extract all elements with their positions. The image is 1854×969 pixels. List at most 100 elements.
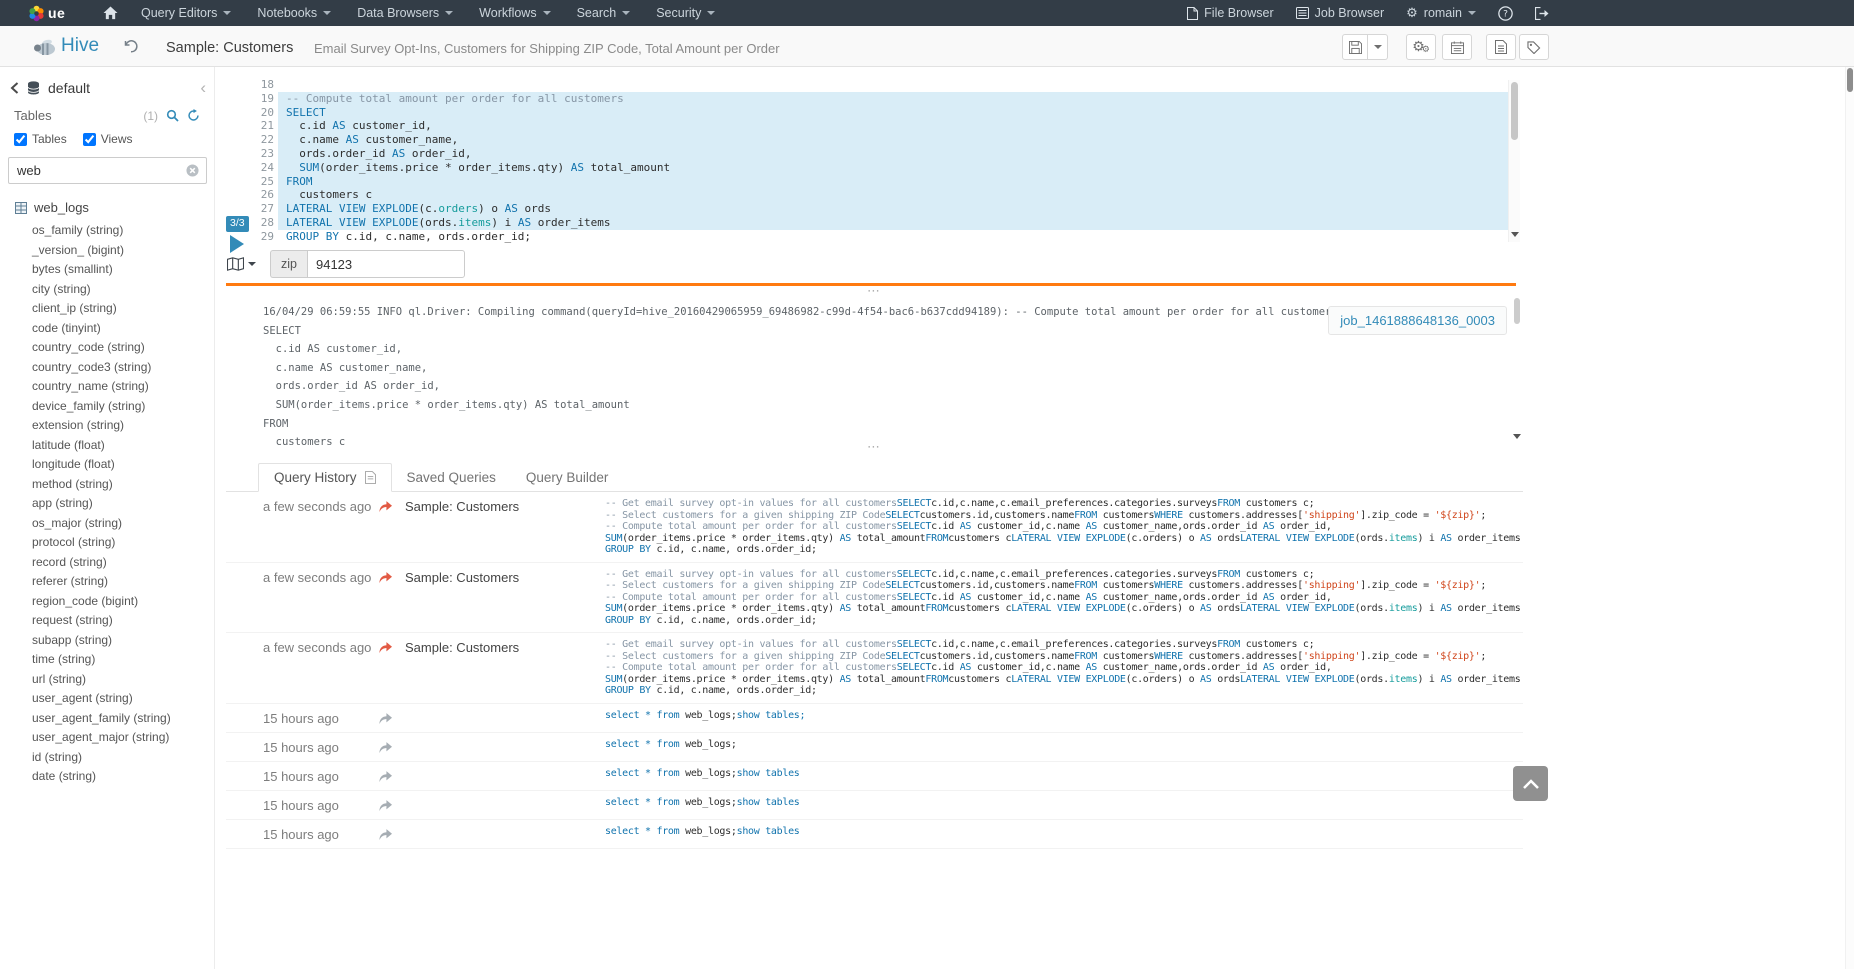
logout-button[interactable] <box>1524 0 1560 26</box>
menu-data-browsers[interactable]: Data Browsers <box>344 0 466 26</box>
column-item[interactable]: extension (string) <box>32 416 214 436</box>
views-filter[interactable]: Views <box>83 132 133 146</box>
history-query-name[interactable] <box>405 710 605 711</box>
column-item[interactable]: record (string) <box>32 553 214 573</box>
column-item[interactable]: _version_ (bigint) <box>32 241 214 261</box>
history-row[interactable]: 15 hours agoselect * from web_logs; <box>226 733 1523 762</box>
menu-search[interactable]: Search <box>564 0 644 26</box>
history-row[interactable]: 15 hours agoselect * from web_logs;show … <box>226 820 1523 849</box>
database-name[interactable]: default <box>48 80 90 96</box>
file-browser-button[interactable]: File Browser <box>1176 0 1284 26</box>
editor-line[interactable]: 28LATERAL VIEW EXPLODE(ords.items) i AS … <box>254 216 1508 230</box>
views-checkbox[interactable] <box>83 133 96 146</box>
column-item[interactable]: url (string) <box>32 670 214 690</box>
resize-handle-bottom[interactable]: ⋯ <box>867 443 882 451</box>
column-item[interactable]: app (string) <box>32 494 214 514</box>
column-item[interactable]: subapp (string) <box>32 631 214 651</box>
editor-line[interactable]: 27LATERAL VIEW EXPLODE(c.orders) o AS or… <box>254 202 1508 216</box>
column-item[interactable]: referer (string) <box>32 572 214 592</box>
job-link[interactable]: job_1461888648136_0003 <box>1340 313 1495 328</box>
clear-search-button[interactable] <box>186 164 199 177</box>
tab-query-history[interactable]: Query History <box>258 463 392 492</box>
history-row[interactable]: a few seconds agoSample: Customers-- Get… <box>226 563 1523 634</box>
scroll-down-arrow-icon[interactable] <box>1511 232 1519 237</box>
column-item[interactable]: device_family (string) <box>32 397 214 417</box>
scroll-to-top-button[interactable] <box>1513 766 1548 801</box>
schedule-button[interactable] <box>1442 34 1472 60</box>
column-item[interactable]: date (string) <box>32 767 214 787</box>
history-query-name[interactable] <box>405 826 605 827</box>
tables-filter[interactable]: Tables <box>14 132 67 146</box>
home-button[interactable] <box>103 6 118 20</box>
history-row[interactable]: 15 hours agoselect * from web_logs;show … <box>226 704 1523 733</box>
menu-workflows[interactable]: Workflows <box>466 0 563 26</box>
menu-security[interactable]: Security <box>643 0 728 26</box>
history-row[interactable]: 15 hours agoselect * from web_logs;show … <box>226 791 1523 820</box>
code-editor[interactable]: 1819-- Compute total amount per order fo… <box>254 78 1508 245</box>
table-search-button[interactable] <box>166 109 179 122</box>
editor-scrollbar[interactable] <box>1508 80 1520 242</box>
column-item[interactable]: country_name (string) <box>32 377 214 397</box>
back-button[interactable] <box>10 82 19 94</box>
settings-button[interactable]: ⚙ ⚙ <box>1406 34 1436 60</box>
history-query-name[interactable] <box>405 768 605 769</box>
menu-notebooks[interactable]: Notebooks <box>244 0 344 26</box>
collapse-assist-button[interactable]: ‹ <box>200 79 206 96</box>
editor-line[interactable]: 18 <box>254 78 1508 92</box>
column-item[interactable]: city (string) <box>32 280 214 300</box>
column-item[interactable]: bytes (smallint) <box>32 260 214 280</box>
variable-input[interactable] <box>307 250 465 278</box>
history-query-name[interactable]: Sample: Customers <box>405 639 605 655</box>
page-scrollbar[interactable] <box>1845 67 1854 969</box>
menu-query-editors[interactable]: Query Editors <box>128 0 244 26</box>
column-item[interactable]: country_code3 (string) <box>32 358 214 378</box>
tab-saved-queries[interactable]: Saved Queries <box>392 464 511 491</box>
column-item[interactable]: method (string) <box>32 475 214 495</box>
editor-line[interactable]: 29GROUP BY c.id, c.name, ords.order_id; <box>254 230 1508 244</box>
editor-line[interactable]: 20SELECT <box>254 106 1508 120</box>
tables-checkbox[interactable] <box>14 133 27 146</box>
history-query-name[interactable]: Sample: Customers <box>405 498 605 514</box>
job-browser-button[interactable]: Job Browser <box>1285 0 1395 26</box>
refresh-tables-button[interactable] <box>187 109 200 122</box>
editor-line[interactable]: 19-- Compute total amount per order for … <box>254 92 1508 106</box>
column-item[interactable]: time (string) <box>32 650 214 670</box>
save-button[interactable] <box>1342 34 1368 60</box>
editor-line[interactable]: 22 c.name AS customer_name, <box>254 133 1508 147</box>
editor-line[interactable]: 25FROM <box>254 175 1508 189</box>
column-item[interactable]: user_agent_major (string) <box>32 728 214 748</box>
save-dropdown-button[interactable] <box>1368 34 1388 60</box>
column-item[interactable]: os_major (string) <box>32 514 214 534</box>
editor-line[interactable]: 21 c.id AS customer_id, <box>254 119 1508 133</box>
editor-line[interactable]: 23 ords.order_id AS order_id, <box>254 147 1508 161</box>
column-item[interactable]: longitude (float) <box>32 455 214 475</box>
log-scrollbar-thumb[interactable] <box>1514 298 1520 324</box>
help-button[interactable]: ? <box>1487 0 1524 26</box>
column-item[interactable]: client_ip (string) <box>32 299 214 319</box>
variables-toggle[interactable] <box>227 257 256 271</box>
tab-query-builder[interactable]: Query Builder <box>511 464 624 491</box>
hue-logo[interactable]: ue <box>28 0 65 26</box>
column-item[interactable]: os_family (string) <box>32 221 214 241</box>
resize-handle-top[interactable]: ⋯ <box>867 287 882 295</box>
history-row[interactable]: a few seconds agoSample: Customers-- Get… <box>226 492 1523 563</box>
user-menu[interactable]: ⚙ romain <box>1395 0 1487 26</box>
history-row[interactable]: a few seconds agoSample: Customers-- Get… <box>226 633 1523 704</box>
history-row[interactable]: 15 hours agoselect * from web_logs;show … <box>226 762 1523 791</box>
log-scrollbar[interactable] <box>1512 298 1522 430</box>
tags-button[interactable] <box>1519 34 1549 60</box>
column-item[interactable]: country_code (string) <box>32 338 214 358</box>
column-item[interactable]: user_agent (string) <box>32 689 214 709</box>
column-item[interactable]: protocol (string) <box>32 533 214 553</box>
history-query-name[interactable]: Sample: Customers <box>405 569 605 585</box>
editor-line[interactable]: 24 SUM(order_items.price * order_items.q… <box>254 161 1508 175</box>
table-item-web-logs[interactable]: web_logs <box>0 190 214 217</box>
recent-queries-button[interactable] <box>123 38 139 54</box>
editor-scrollbar-thumb[interactable] <box>1511 82 1518 140</box>
history-query-name[interactable] <box>405 739 605 740</box>
editor-line[interactable]: 26 customers c <box>254 188 1508 202</box>
scroll-down-arrow-icon[interactable] <box>1513 434 1521 439</box>
column-item[interactable]: user_agent_family (string) <box>32 709 214 729</box>
page-scrollbar-thumb[interactable] <box>1847 68 1853 92</box>
column-item[interactable]: request (string) <box>32 611 214 631</box>
